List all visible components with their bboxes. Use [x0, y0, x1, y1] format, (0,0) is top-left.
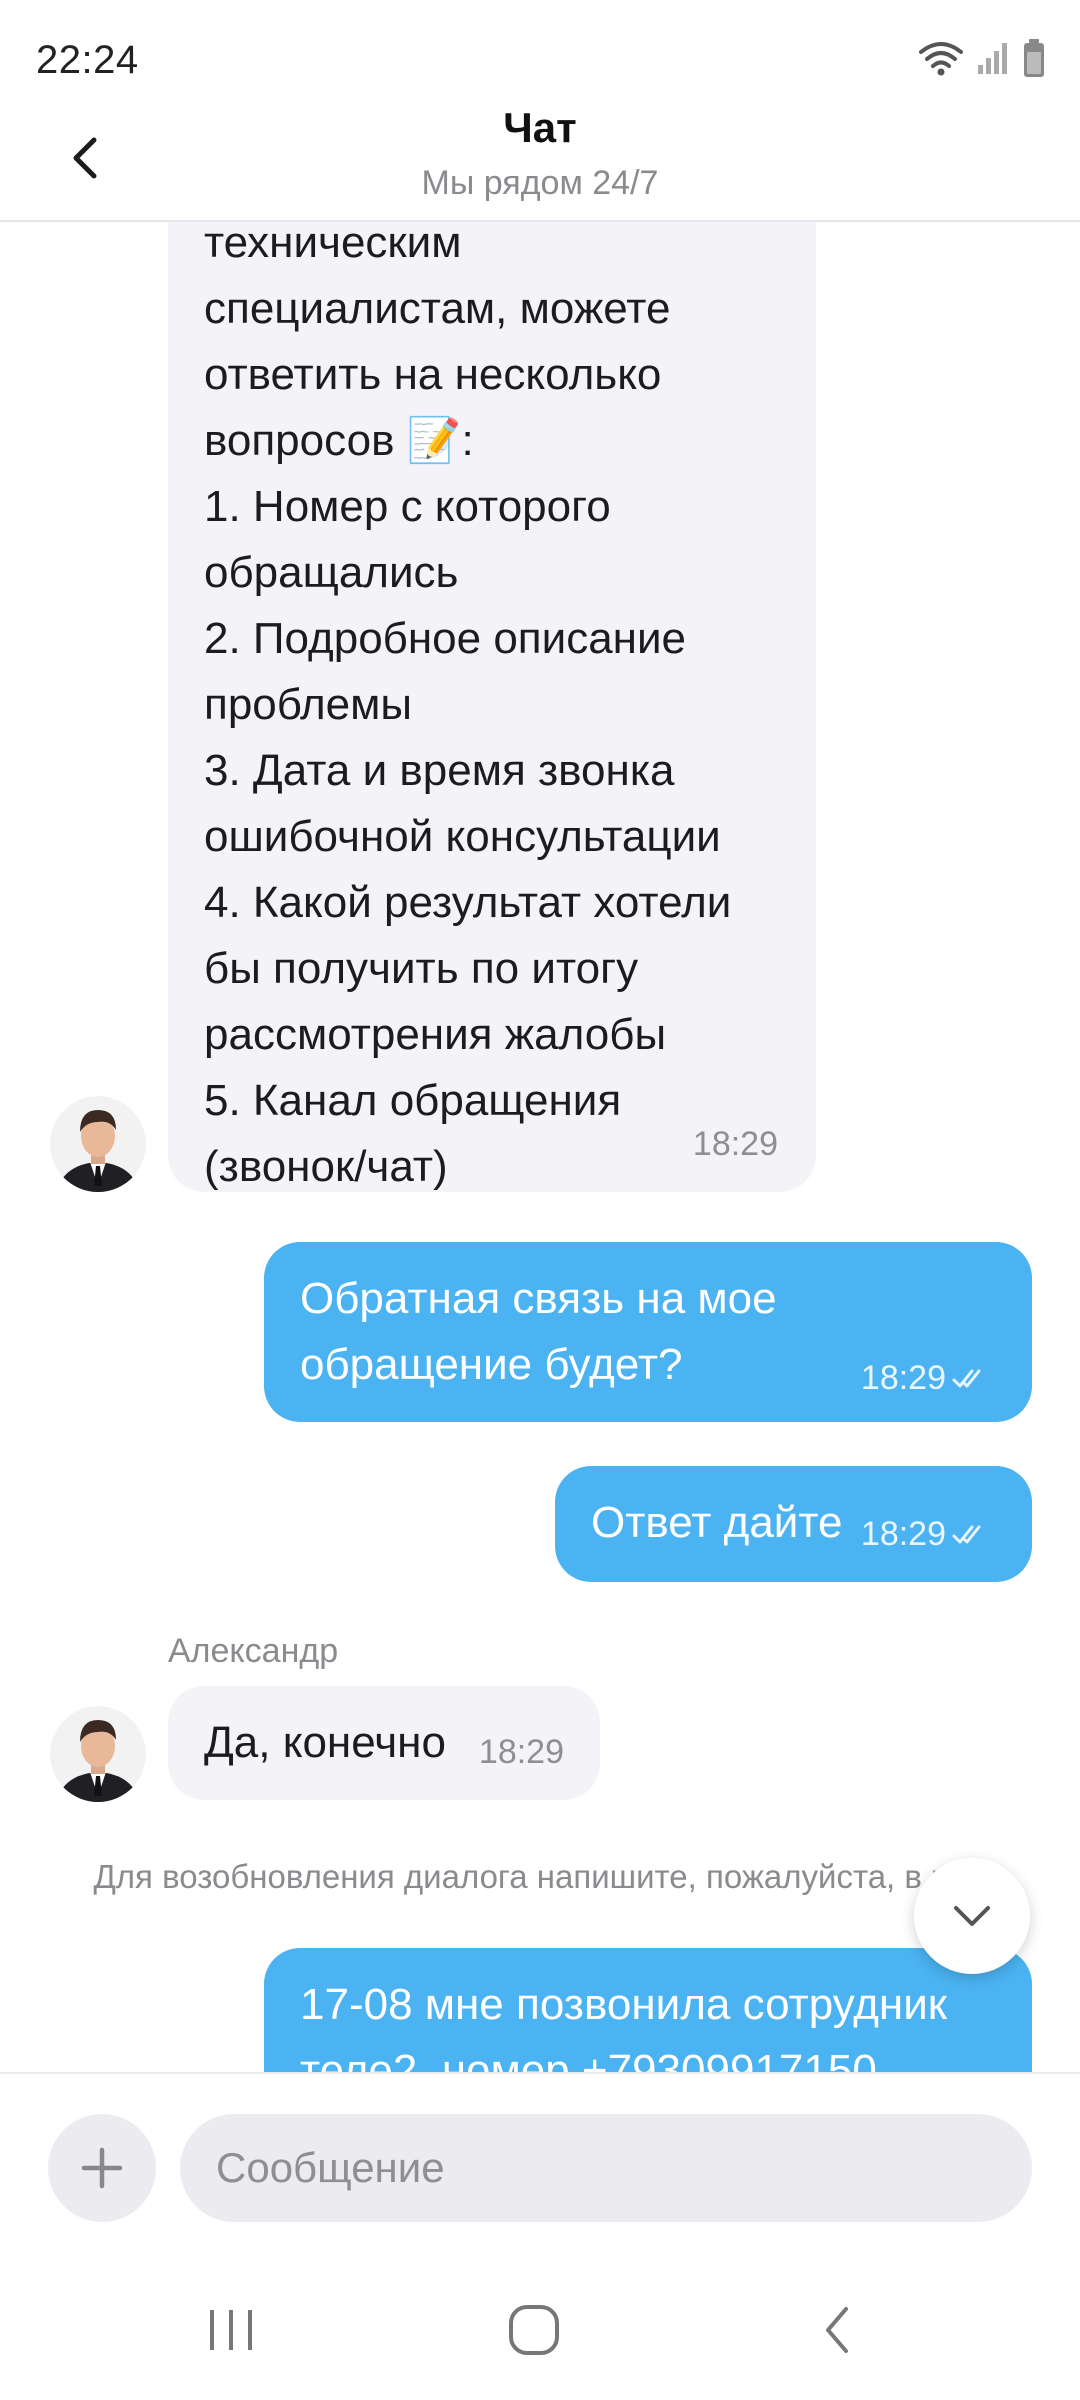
- message-time: 18:29: [860, 1515, 946, 1553]
- message-time: 18:29: [860, 1359, 946, 1397]
- home-icon: [509, 2305, 559, 2355]
- status-time: 22:24: [36, 38, 139, 82]
- message-list[interactable]: техническим специалистам, можете ответит…: [0, 222, 1080, 2072]
- composer-bar: [0, 2072, 1080, 2264]
- plus-icon: [81, 2147, 123, 2189]
- recent-apps-button[interactable]: [181, 2290, 281, 2370]
- double-check-icon: [952, 1369, 981, 1387]
- recent-apps-icon: [210, 2310, 252, 2350]
- message-text: техническим специалистам, можете ответит…: [204, 222, 732, 1191]
- nav-back-button[interactable]: [788, 2290, 888, 2370]
- page-subtitle: Мы рядом 24/7: [421, 164, 659, 202]
- message-text: 17-08 мне позвонила сотрудник теле2, ном…: [300, 1980, 948, 2072]
- chat-screen: 22:24 Чат Мы рядом 24/7 техническим спец…: [0, 0, 1080, 2400]
- outgoing-message[interactable]: Ответ дайте 18:29: [555, 1466, 1032, 1582]
- home-button[interactable]: [484, 2290, 584, 2370]
- avatar[interactable]: [50, 1096, 146, 1192]
- chevron-down-icon: [954, 1906, 990, 1926]
- message-input[interactable]: [180, 2114, 1032, 2222]
- signal-icon: [976, 41, 1010, 80]
- chat-header: Чат Мы рядом 24/7: [0, 100, 1080, 222]
- battery-icon: [1022, 38, 1046, 83]
- message-meta: 18:29: [861, 1515, 986, 1554]
- outgoing-message[interactable]: 17-08 мне позвонила сотрудник теле2, ном…: [264, 1948, 1032, 2072]
- message-time: 18:29: [478, 1733, 564, 1771]
- wifi-icon: [918, 40, 964, 81]
- status-icons: [918, 38, 1046, 83]
- incoming-message[interactable]: техническим специалистам, можете ответит…: [168, 222, 816, 1192]
- scroll-to-bottom-button[interactable]: [914, 1858, 1030, 1974]
- page-title: Чат: [503, 104, 577, 151]
- attach-button[interactable]: [48, 2114, 156, 2222]
- system-nav-bar: [0, 2262, 1080, 2400]
- message-meta: 18:29: [861, 1359, 986, 1398]
- back-icon: [826, 2307, 848, 2353]
- sender-name: Александр: [168, 1632, 339, 1670]
- incoming-message[interactable]: Да, конечно 18:29: [168, 1686, 600, 1800]
- outgoing-message[interactable]: Обратная связь на мое обращение будет? 1…: [264, 1242, 1032, 1422]
- double-check-icon: [952, 1525, 981, 1543]
- avatar[interactable]: [50, 1706, 146, 1802]
- message-time: 18:29: [692, 1125, 778, 1163]
- system-note: Для возобновления диалога напишите, пожа…: [93, 1858, 987, 1895]
